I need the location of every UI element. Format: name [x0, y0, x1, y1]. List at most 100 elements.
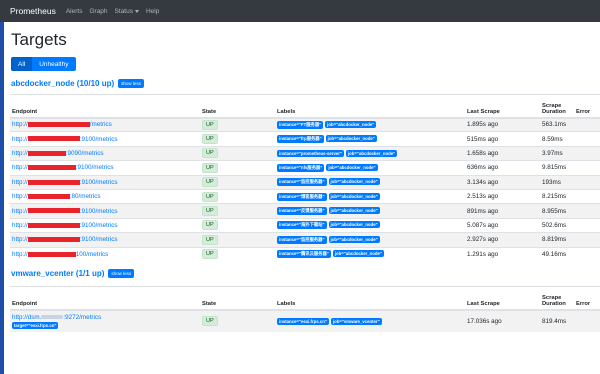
- endpoint-link[interactable]: http://:9100/metrics: [12, 222, 118, 229]
- col-state: State: [200, 94, 275, 119]
- labels-cell: instance="frp服务器" job="abcdocker_node": [275, 131, 465, 147]
- error-cell: [574, 145, 600, 161]
- table-row: http://:9090/metrics UP instance="promethe…: [10, 145, 600, 161]
- endpoint-link[interactable]: http://dsm. :9272/metrics: [12, 314, 101, 321]
- endpoint-link[interactable]: http:// :9100/metrics: [12, 136, 118, 143]
- endpoint-scheme: http://: [12, 121, 28, 129]
- endpoint-scheme: http://: [12, 164, 28, 172]
- endpoint-cell: http://:9100/metrics: [10, 160, 200, 176]
- endpoint-cell: http://:9100/metrics: [10, 203, 200, 219]
- scrape-duration-cell: 8.59ms: [540, 131, 574, 147]
- scrape-duration-cell: 9.815ms: [540, 160, 574, 176]
- table-row: http:// /metrics UP instance="FT服务器" job="ab…: [10, 116, 600, 132]
- instance-label-badge: instance="FT服务器": [277, 120, 324, 129]
- col-scrape-duration: Scrape Duration: [540, 94, 574, 119]
- endpoint-link[interactable]: http://:80/metrics: [12, 193, 101, 200]
- labels-cell: instance="博客服务器" job="abcdocker_node": [275, 188, 465, 204]
- nav-status-dropdown[interactable]: Status: [115, 8, 139, 15]
- error-cell: [574, 188, 600, 204]
- last-scrape-cell: 515ms ago: [465, 131, 540, 147]
- col-last-scrape: Last Scrape: [465, 286, 540, 311]
- status-badge: UP: [202, 191, 218, 202]
- endpoint-link[interactable]: http://:9100/metrics: [12, 208, 118, 215]
- endpoint-cell: http:// :9100/metrics: [10, 131, 200, 147]
- scrape-duration-cell: 563.1ms: [540, 116, 574, 132]
- job-label-badge: job="abcdocker_node": [328, 207, 380, 215]
- status-badge: UP: [202, 177, 218, 188]
- left-edge-bar: [0, 22, 4, 374]
- state-cell: UP: [200, 232, 275, 248]
- instance-label-badge: instance="prometheus-server": [277, 149, 344, 157]
- targets-table-abcdocker: Endpoint State Labels Last Scrape Scrape…: [10, 94, 600, 262]
- instance-label-badge: instance="博客服务器": [277, 192, 327, 201]
- endpoint-path: :9090/metrics: [65, 149, 104, 157]
- table-row: http://:9100/metrics UP instance="监控服务器" jo…: [10, 232, 600, 248]
- show-less-button[interactable]: show less: [108, 269, 135, 278]
- error-cell: [574, 116, 600, 132]
- endpoint-path: :9272/metrics: [63, 313, 102, 321]
- endpoint-cell: http://:9090/metrics: [10, 145, 200, 161]
- job-label-badge: job="abcdocker_node": [326, 163, 378, 171]
- endpoint-path: :9100/metrics: [79, 135, 118, 143]
- brand-link[interactable]: Prometheus: [10, 6, 56, 16]
- endpoint-path: :9100/metrics: [79, 178, 118, 186]
- state-cell: UP: [200, 145, 275, 161]
- table-row: http://:9100/metrics UP instance="反馈服务器" jo…: [10, 203, 600, 219]
- nav-alerts[interactable]: Alerts: [66, 8, 83, 15]
- last-scrape-cell: 3.134s ago: [465, 174, 540, 190]
- state-cell: UP: [200, 160, 275, 176]
- status-badge: UP: [202, 249, 218, 260]
- redacted-host: [27, 136, 80, 142]
- endpoint-link[interactable]: http:// 100/metrics: [12, 251, 108, 258]
- labels-cell: instance="nfs服务器" job="abcdocker_node": [275, 160, 465, 176]
- endpoint-scheme: http://: [12, 135, 28, 143]
- col-state: State: [200, 286, 275, 311]
- last-scrape-cell: 1.895s ago: [465, 116, 540, 132]
- endpoint-cell: http:// :9100/metrics: [10, 174, 200, 190]
- endpoint-cell: http:// 100/metrics: [10, 246, 200, 262]
- endpoint-link[interactable]: http://:9100/metrics: [12, 236, 118, 243]
- endpoint-path: :80/metrics: [69, 193, 101, 201]
- error-cell: [574, 131, 600, 147]
- redacted-host: [27, 165, 76, 171]
- endpoint-link[interactable]: http://:9090/metrics: [12, 150, 104, 157]
- labels-cell: instance="prometheus-server" job="abcdock…: [275, 145, 465, 161]
- job-label-badge: job="abcdocker_node": [328, 221, 380, 229]
- col-labels: Labels: [275, 286, 465, 311]
- job-title-link[interactable]: vmware_vcenter (1/1 up): [11, 269, 104, 278]
- state-cell: UP: [200, 309, 275, 332]
- endpoint-scheme: http://: [12, 178, 28, 186]
- job-title-link[interactable]: abcdocker_node (10/10 up): [11, 79, 114, 88]
- state-cell: UP: [200, 188, 275, 204]
- endpoint-link[interactable]: http://:9100/metrics: [12, 164, 114, 171]
- endpoint-link[interactable]: http:// :9100/metrics: [12, 179, 118, 186]
- col-labels: Labels: [275, 94, 465, 119]
- status-badge: UP: [202, 316, 218, 326]
- redacted-host: [41, 314, 64, 319]
- table-row: http://:9100/metrics UP instance="frp服务器" j…: [10, 131, 600, 147]
- filter-unhealthy-button[interactable]: Unhealthy: [32, 57, 76, 71]
- scrape-duration-cell: 193ms: [540, 174, 574, 190]
- job-label-badge: job="abcdocker_node": [345, 149, 398, 157]
- last-scrape-cell: 5.087s ago: [465, 217, 540, 233]
- instance-label-badge: instance="反馈服务器": [277, 207, 327, 216]
- filter-all-button[interactable]: All: [11, 57, 33, 71]
- nav-graph[interactable]: Graph: [89, 8, 107, 15]
- error-cell: [574, 309, 600, 332]
- scrape-duration-cell: 49.16ms: [540, 246, 574, 262]
- col-error: Error: [574, 94, 600, 119]
- endpoint-scheme: http://dsm.: [12, 313, 42, 321]
- state-cell: UP: [200, 246, 275, 262]
- error-cell: [574, 246, 600, 262]
- instance-label-badge: instance="腾讯云服务器": [277, 250, 331, 259]
- labels-cell: instance="反馈服务器" job="abcdocker_node": [275, 203, 465, 219]
- endpoint-link[interactable]: http:// /metrics: [12, 121, 112, 128]
- last-scrape-cell: 891ms ago: [465, 203, 540, 219]
- status-badge: UP: [202, 206, 218, 217]
- nav-help[interactable]: Help: [146, 8, 159, 15]
- state-cell: UP: [200, 116, 275, 132]
- status-badge: UP: [202, 234, 218, 245]
- error-cell: [574, 203, 600, 219]
- show-less-button[interactable]: show less: [118, 79, 144, 88]
- redacted-host: [27, 122, 90, 128]
